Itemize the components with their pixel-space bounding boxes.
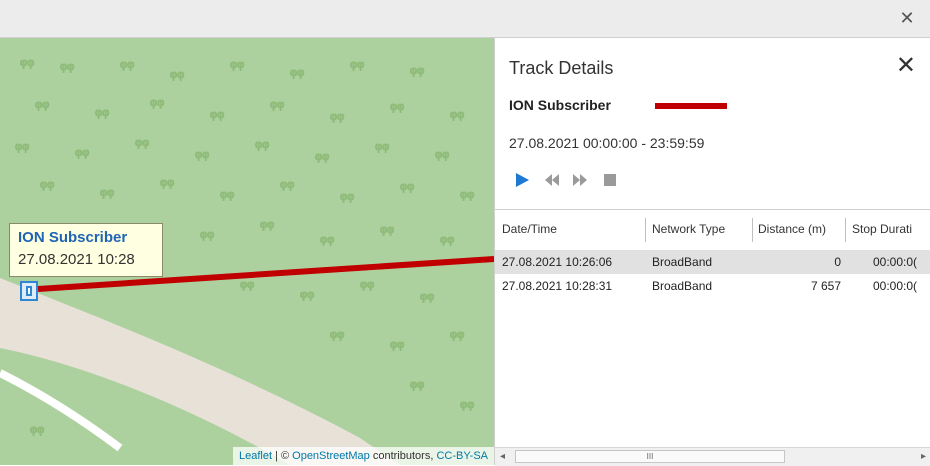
svg-text:φφ: φφ bbox=[30, 424, 44, 436]
svg-text:φφ: φφ bbox=[380, 224, 394, 236]
track-table: Date/Time Network Type Distance (m) Stop… bbox=[495, 209, 930, 466]
svg-text:φφ: φφ bbox=[375, 141, 389, 153]
track-legend-swatch bbox=[655, 103, 727, 109]
svg-text:φφ: φφ bbox=[460, 399, 474, 411]
cell-distance: 0 bbox=[834, 255, 841, 269]
popup-title: ION Subscriber bbox=[18, 229, 128, 246]
svg-text:φφ: φφ bbox=[410, 65, 424, 77]
cell-distance: 7 657 bbox=[810, 279, 841, 293]
track-popup: ION Subscriber 27.08.2021 10:28 bbox=[9, 223, 163, 277]
svg-text:φφ: φφ bbox=[230, 59, 244, 71]
svg-text:φφ: φφ bbox=[350, 59, 364, 71]
svg-text:φφ: φφ bbox=[290, 67, 304, 79]
svg-text:φφ: φφ bbox=[255, 139, 269, 151]
license-link[interactable]: CC-BY-SA bbox=[436, 450, 488, 462]
close-icon[interactable]: ✕ bbox=[898, 9, 916, 27]
subscriber-label: ION Subscriber bbox=[509, 97, 611, 113]
road-edge bbox=[0, 369, 123, 452]
table-row[interactable]: 27.08.2021 10:28:31 BroadBand 7 657 00:0… bbox=[495, 274, 930, 298]
panel-title: Track Details bbox=[509, 58, 614, 78]
track-details-panel: Track Details ✕ ION Subscriber 27.08.202… bbox=[494, 38, 930, 466]
cell-datetime: 27.08.2021 10:28:31 bbox=[502, 279, 613, 293]
svg-text:φφ: φφ bbox=[315, 151, 329, 163]
leaflet-link[interactable]: Leaflet bbox=[239, 450, 272, 462]
attribution-mid: contributors, bbox=[369, 450, 437, 462]
panel-close-icon[interactable]: ✕ bbox=[896, 52, 916, 80]
svg-text:φφ: φφ bbox=[330, 111, 344, 123]
attribution-sep: | © bbox=[272, 450, 293, 462]
svg-text:φφ: φφ bbox=[390, 339, 404, 351]
svg-text:φφ: φφ bbox=[340, 191, 354, 203]
scroll-right-icon[interactable]: ▸ bbox=[921, 451, 926, 462]
cell-network-type: BroadBand bbox=[652, 255, 713, 269]
svg-text:φφ: φφ bbox=[260, 219, 274, 231]
svg-text:φφ: φφ bbox=[170, 69, 184, 81]
svg-text:φφ: φφ bbox=[410, 379, 424, 391]
cell-datetime: 27.08.2021 10:26:06 bbox=[502, 255, 613, 269]
play-icon[interactable] bbox=[513, 171, 531, 189]
horizontal-scrollbar[interactable]: ◂ III ▸ bbox=[495, 447, 930, 466]
svg-text:φφ: φφ bbox=[220, 189, 234, 201]
svg-text:φφ: φφ bbox=[360, 279, 374, 291]
svg-text:φφ: φφ bbox=[435, 149, 449, 161]
svg-text:φφ: φφ bbox=[100, 187, 114, 199]
svg-text:φφ: φφ bbox=[160, 177, 174, 189]
svg-text:φφ: φφ bbox=[330, 329, 344, 341]
scroll-thumb[interactable]: III bbox=[515, 450, 785, 463]
svg-text:φφ: φφ bbox=[240, 279, 254, 291]
fast-forward-icon[interactable] bbox=[571, 171, 589, 189]
svg-text:φφ: φφ bbox=[320, 234, 334, 246]
stop-icon[interactable] bbox=[601, 171, 619, 189]
svg-text:φφ: φφ bbox=[195, 149, 209, 161]
svg-text:φφ: φφ bbox=[95, 107, 109, 119]
svg-text:φφ: φφ bbox=[15, 141, 29, 153]
cell-stop-duration: 00:00:0( bbox=[873, 279, 918, 293]
svg-text:φφ: φφ bbox=[400, 181, 414, 193]
svg-text:φφ: φφ bbox=[450, 109, 464, 121]
svg-text:φφ: φφ bbox=[450, 329, 464, 341]
svg-text:φφ: φφ bbox=[75, 147, 89, 159]
svg-text:φφ: φφ bbox=[390, 101, 404, 113]
popup-datetime: 27.08.2021 10:28 bbox=[18, 251, 135, 268]
road bbox=[0, 278, 400, 465]
svg-text:φφ: φφ bbox=[210, 109, 224, 121]
svg-text:φφ: φφ bbox=[270, 99, 284, 111]
time-range: 27.08.2021 00:00:00 - 23:59:59 bbox=[509, 135, 705, 151]
col-datetime[interactable]: Date/Time bbox=[502, 222, 557, 236]
subscriber-marker-icon[interactable] bbox=[20, 281, 38, 301]
svg-text:φφ: φφ bbox=[150, 97, 164, 109]
scroll-left-icon[interactable]: ◂ bbox=[500, 451, 505, 462]
svg-text:φφ: φφ bbox=[135, 137, 149, 149]
cell-stop-duration: 00:00:0( bbox=[873, 255, 918, 269]
window-titlebar: ✕ bbox=[0, 0, 930, 38]
rewind-icon[interactable] bbox=[543, 171, 561, 189]
svg-text:φφ: φφ bbox=[20, 57, 34, 69]
svg-text:φφ: φφ bbox=[60, 61, 74, 73]
osm-link[interactable]: OpenStreetMap bbox=[292, 450, 370, 462]
svg-text:φφ: φφ bbox=[420, 291, 434, 303]
svg-text:φφ: φφ bbox=[460, 189, 474, 201]
svg-text:φφ: φφ bbox=[300, 289, 314, 301]
col-network-type[interactable]: Network Type bbox=[652, 222, 725, 236]
svg-text:φφ: φφ bbox=[120, 59, 134, 71]
svg-text:φφ: φφ bbox=[200, 229, 214, 241]
cell-network-type: BroadBand bbox=[652, 279, 713, 293]
svg-text:φφ: φφ bbox=[440, 234, 454, 246]
table-row[interactable]: 27.08.2021 10:26:06 BroadBand 0 00:00:0( bbox=[495, 250, 930, 274]
svg-text:φφ: φφ bbox=[35, 99, 49, 111]
table-header: Date/Time Network Type Distance (m) Stop… bbox=[495, 210, 930, 251]
map-attribution: Leaflet | © OpenStreetMap contributors, … bbox=[232, 447, 494, 465]
svg-text:φφ: φφ bbox=[40, 179, 54, 191]
col-stop-duration[interactable]: Stop Durati bbox=[852, 222, 912, 236]
map-view[interactable]: φφ φφ φφ φφ φφ φφ φφ φφ φφ φφ φφ φφ φφ φ… bbox=[0, 38, 494, 465]
col-distance[interactable]: Distance (m) bbox=[758, 222, 826, 236]
svg-text:φφ: φφ bbox=[280, 179, 294, 191]
